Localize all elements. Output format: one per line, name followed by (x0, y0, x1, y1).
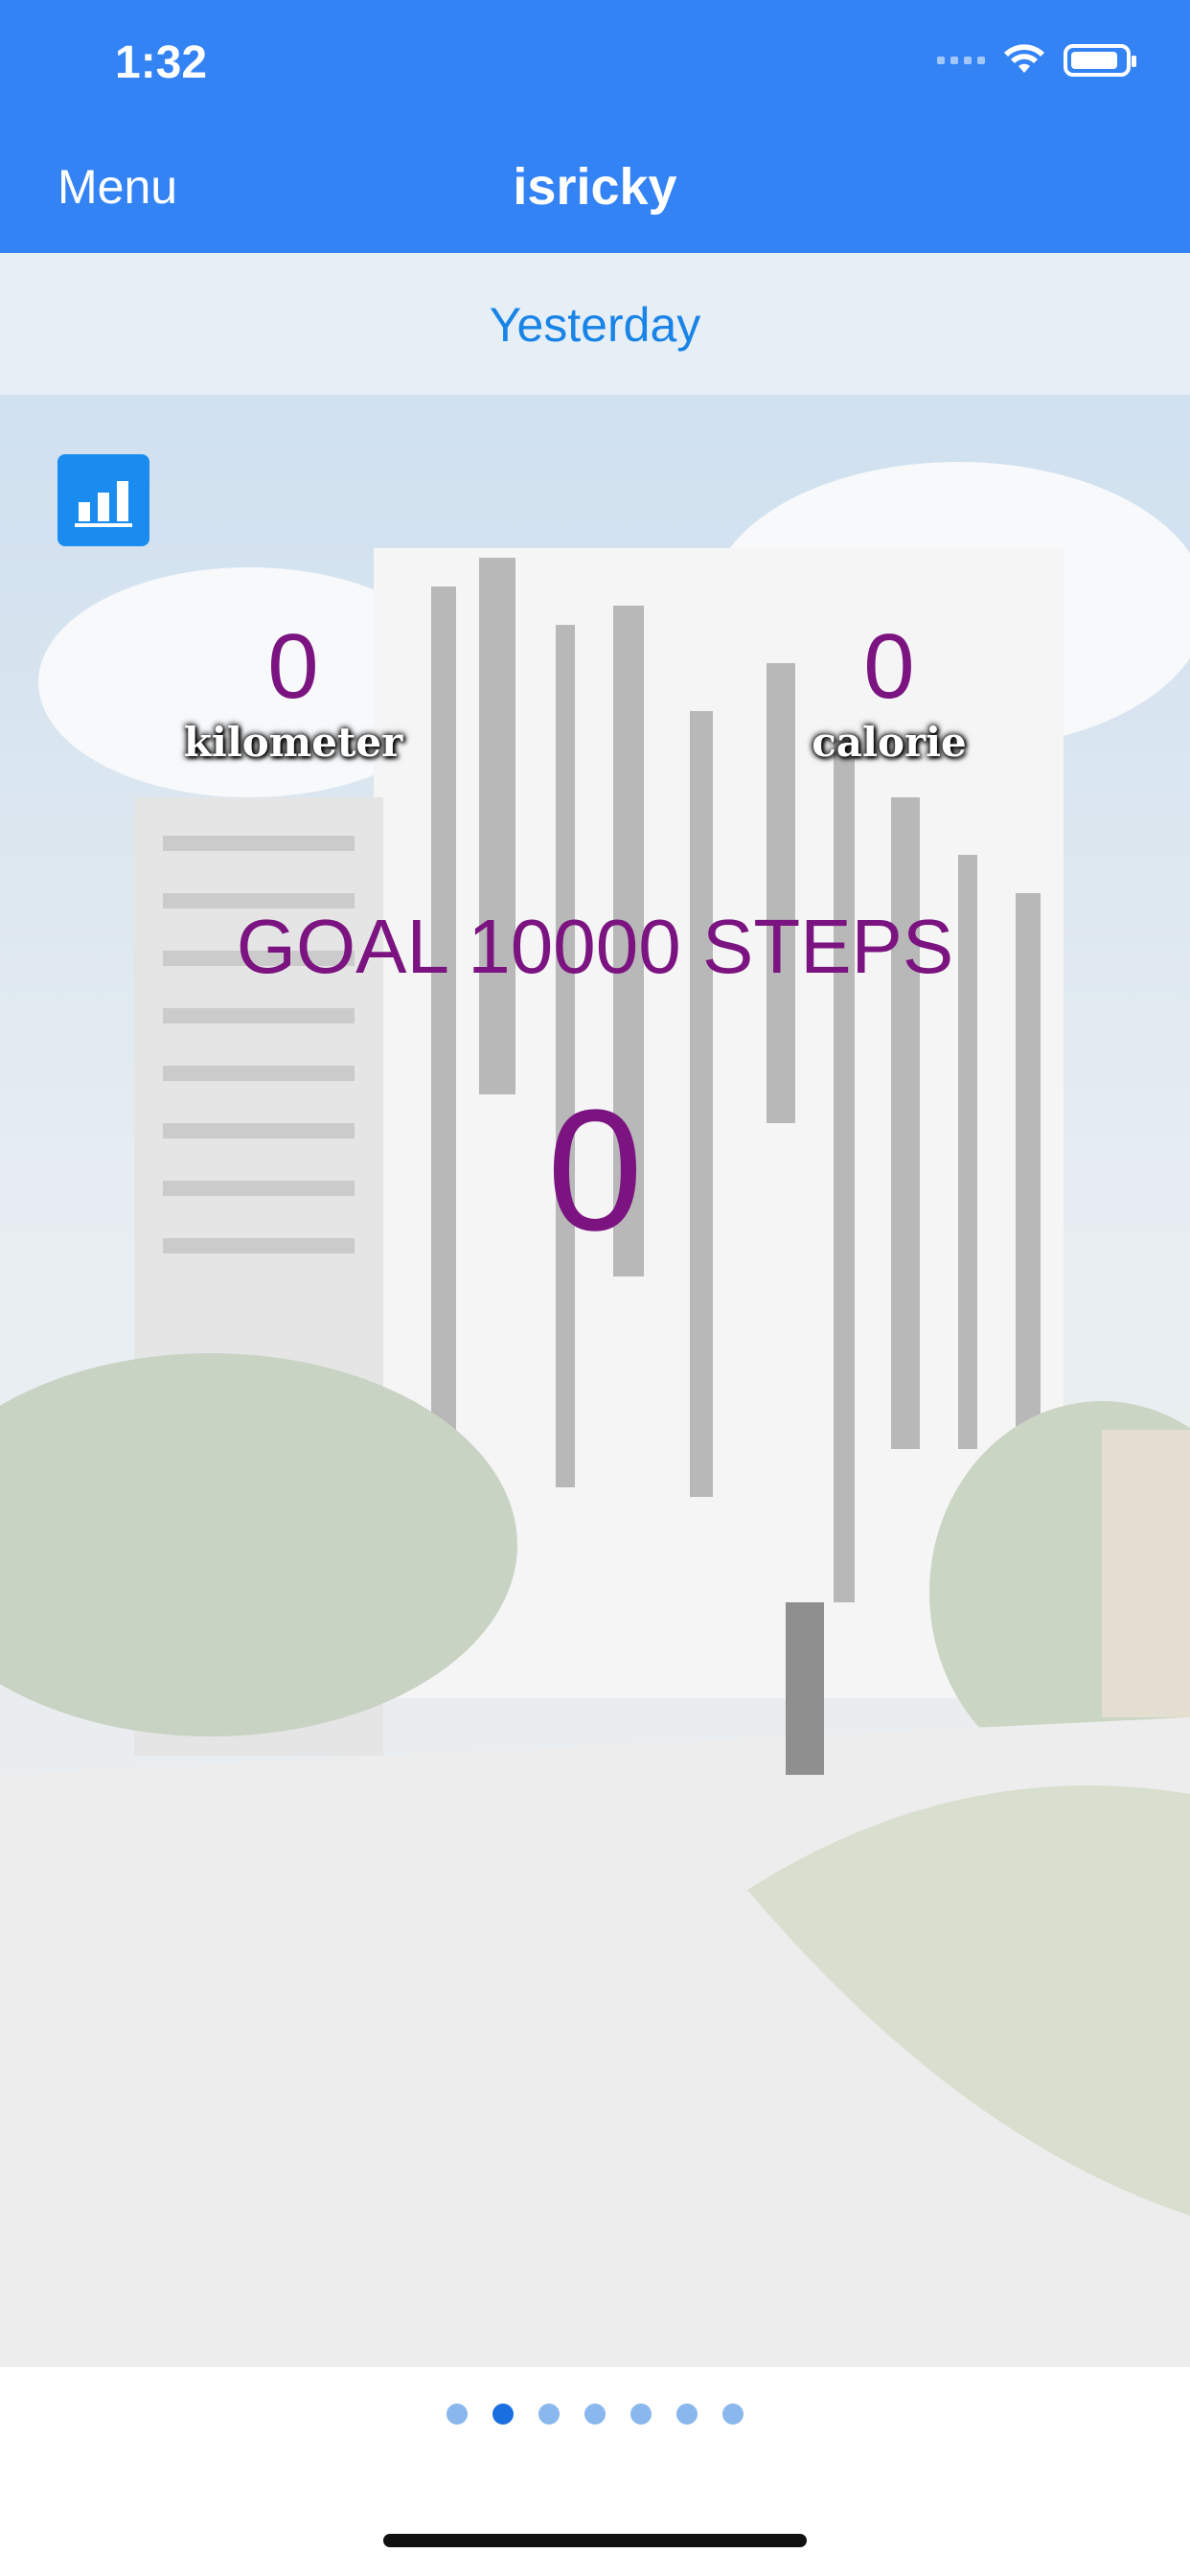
page-title: isricky (513, 158, 677, 216)
page-indicator[interactable] (0, 2404, 1190, 2425)
page-dot[interactable] (630, 2404, 652, 2425)
cellular-signal-icon (937, 57, 985, 64)
distance-stat: 0 kilometer (149, 615, 437, 767)
wifi-icon (1004, 44, 1044, 73)
background-scene: 0 kilometer 0 calorie GOAL 10000 STEPS 0 (0, 395, 1190, 2367)
status-icons (937, 44, 1136, 77)
distance-label: kilometer (183, 719, 403, 766)
bar-chart-icon (75, 481, 132, 527)
home-indicator (383, 2534, 807, 2547)
goal-text: GOAL 10000 STEPS (236, 904, 954, 989)
page-dot[interactable] (538, 2404, 560, 2425)
status-bar: 1:32 (0, 0, 1190, 126)
step-count: 0 (546, 1074, 644, 1267)
calorie-value: 0 (863, 615, 915, 718)
page-dot[interactable] (446, 2404, 468, 2425)
status-time: 1:32 (115, 37, 208, 88)
distance-value: 0 (267, 615, 319, 718)
stats-chart-button[interactable] (57, 454, 149, 546)
navigation-bar: Menu isricky (0, 126, 1190, 253)
date-selector[interactable]: Yesterday (0, 253, 1190, 395)
page-dot[interactable] (722, 2404, 744, 2425)
page-dot[interactable] (492, 2404, 514, 2425)
calorie-label: calorie (812, 719, 967, 766)
calorie-stat: 0 calorie (745, 615, 1033, 767)
date-label[interactable]: Yesterday (0, 297, 1190, 353)
page-dot[interactable] (584, 2404, 606, 2425)
page-dot[interactable] (676, 2404, 698, 2425)
battery-icon (1064, 44, 1136, 77)
